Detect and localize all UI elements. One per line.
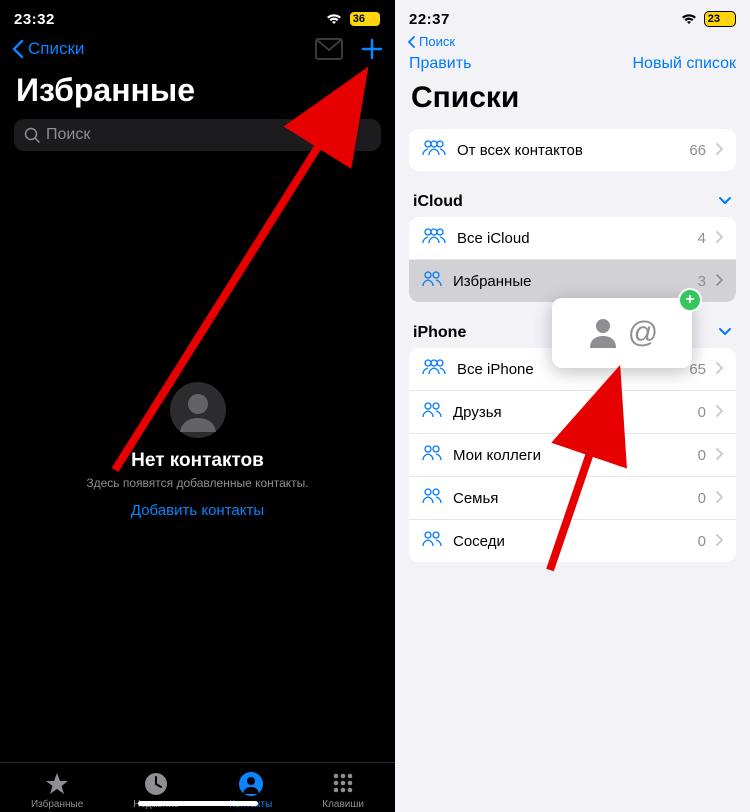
battery-indicator-right: 23⚡ — [704, 11, 736, 27]
star-icon — [44, 771, 70, 797]
section-header-icloud[interactable]: iCloud — [395, 187, 750, 217]
status-indicators-right: 23⚡ — [680, 11, 736, 27]
status-time-right: 22:37 — [409, 11, 450, 28]
add-contacts-link[interactable]: Добавить контакты — [20, 502, 375, 519]
navbar-left: Списки — [0, 34, 395, 68]
chevron-right-icon — [716, 404, 724, 421]
empty-state: Нет контактов Здесь появятся добавленные… — [0, 380, 395, 519]
status-indicators: 36⚡ — [325, 11, 381, 27]
edit-button[interactable]: Править — [409, 55, 471, 73]
navbar-right: Править Новый список — [395, 49, 750, 77]
at-icon: @ — [628, 316, 658, 350]
status-time: 23:32 — [14, 11, 55, 28]
contact-icon — [238, 771, 264, 797]
dragged-contact-card[interactable]: @ + — [552, 298, 692, 368]
status-bar-right: 22:37 23⚡ — [395, 0, 750, 34]
row-iphone-family[interactable]: Семья 0 — [409, 477, 736, 520]
chevron-right-icon — [716, 273, 724, 290]
people-3-icon — [421, 139, 447, 161]
search-back-button[interactable]: Поиск — [395, 34, 750, 49]
screen-left-contacts: 23:32 36⚡ Списки Избранные Поиск — [0, 0, 395, 812]
clock-icon — [143, 771, 169, 797]
keypad-icon — [330, 771, 356, 797]
home-indicator-left[interactable] — [138, 801, 258, 806]
battery-indicator: 36⚡ — [349, 11, 381, 27]
chevron-left-icon — [407, 36, 415, 48]
people-2-icon — [421, 444, 443, 466]
add-contact-button[interactable] — [361, 38, 383, 60]
chevron-right-icon — [716, 447, 724, 464]
people-2-icon — [421, 401, 443, 423]
chevron-right-icon — [716, 490, 724, 507]
chevron-left-icon — [12, 40, 24, 58]
people-2-icon — [421, 530, 443, 552]
chevron-right-icon — [716, 142, 724, 159]
row-all-contacts[interactable]: От всех контактов 66 — [409, 129, 736, 171]
new-list-button[interactable]: Новый список — [632, 55, 736, 73]
section-iphone-rows: Все iPhone 65 Друзья 0 Мои коллеги 0 Сем… — [409, 348, 736, 562]
person-icon — [586, 314, 620, 353]
row-icloud-all[interactable]: Все iCloud 4 — [409, 217, 736, 260]
screen-right-lists: 22:37 23⚡ Поиск Править Новый список Спи… — [395, 0, 750, 812]
chevron-right-icon — [716, 533, 724, 550]
back-button[interactable]: Списки — [12, 39, 84, 59]
empty-title: Нет контактов — [20, 450, 375, 472]
mail-icon[interactable] — [315, 38, 343, 60]
avatar-placeholder-icon — [168, 380, 228, 440]
row-iphone-neighbors[interactable]: Соседи 0 — [409, 520, 736, 562]
search-input[interactable]: Поиск — [14, 119, 381, 151]
empty-subtitle: Здесь появятся добавленные контакты. — [20, 476, 375, 490]
chevron-down-icon — [718, 324, 732, 342]
add-badge-icon: + — [678, 288, 702, 312]
chevron-down-icon — [718, 193, 732, 211]
chevron-right-icon — [716, 361, 724, 378]
row-iphone-friends[interactable]: Друзья 0 — [409, 391, 736, 434]
tab-keypad[interactable]: Клавиши — [322, 771, 364, 810]
people-3-icon — [421, 227, 447, 249]
people-3-icon — [421, 358, 447, 380]
back-label: Списки — [28, 39, 84, 59]
wifi-icon — [325, 13, 343, 25]
section-all-contacts: От всех контактов 66 — [409, 129, 736, 171]
people-2-icon — [421, 487, 443, 509]
page-title-right: Списки — [395, 77, 750, 129]
search-icon — [24, 127, 40, 143]
chevron-right-icon — [716, 230, 724, 247]
status-bar-left: 23:32 36⚡ — [0, 0, 395, 34]
page-title-left: Избранные — [0, 68, 395, 119]
wifi-icon — [680, 13, 698, 25]
row-iphone-colleagues[interactable]: Мои коллеги 0 — [409, 434, 736, 477]
people-2-icon — [421, 270, 443, 292]
tab-favorites[interactable]: Избранные — [31, 771, 83, 810]
search-placeholder: Поиск — [46, 126, 90, 144]
